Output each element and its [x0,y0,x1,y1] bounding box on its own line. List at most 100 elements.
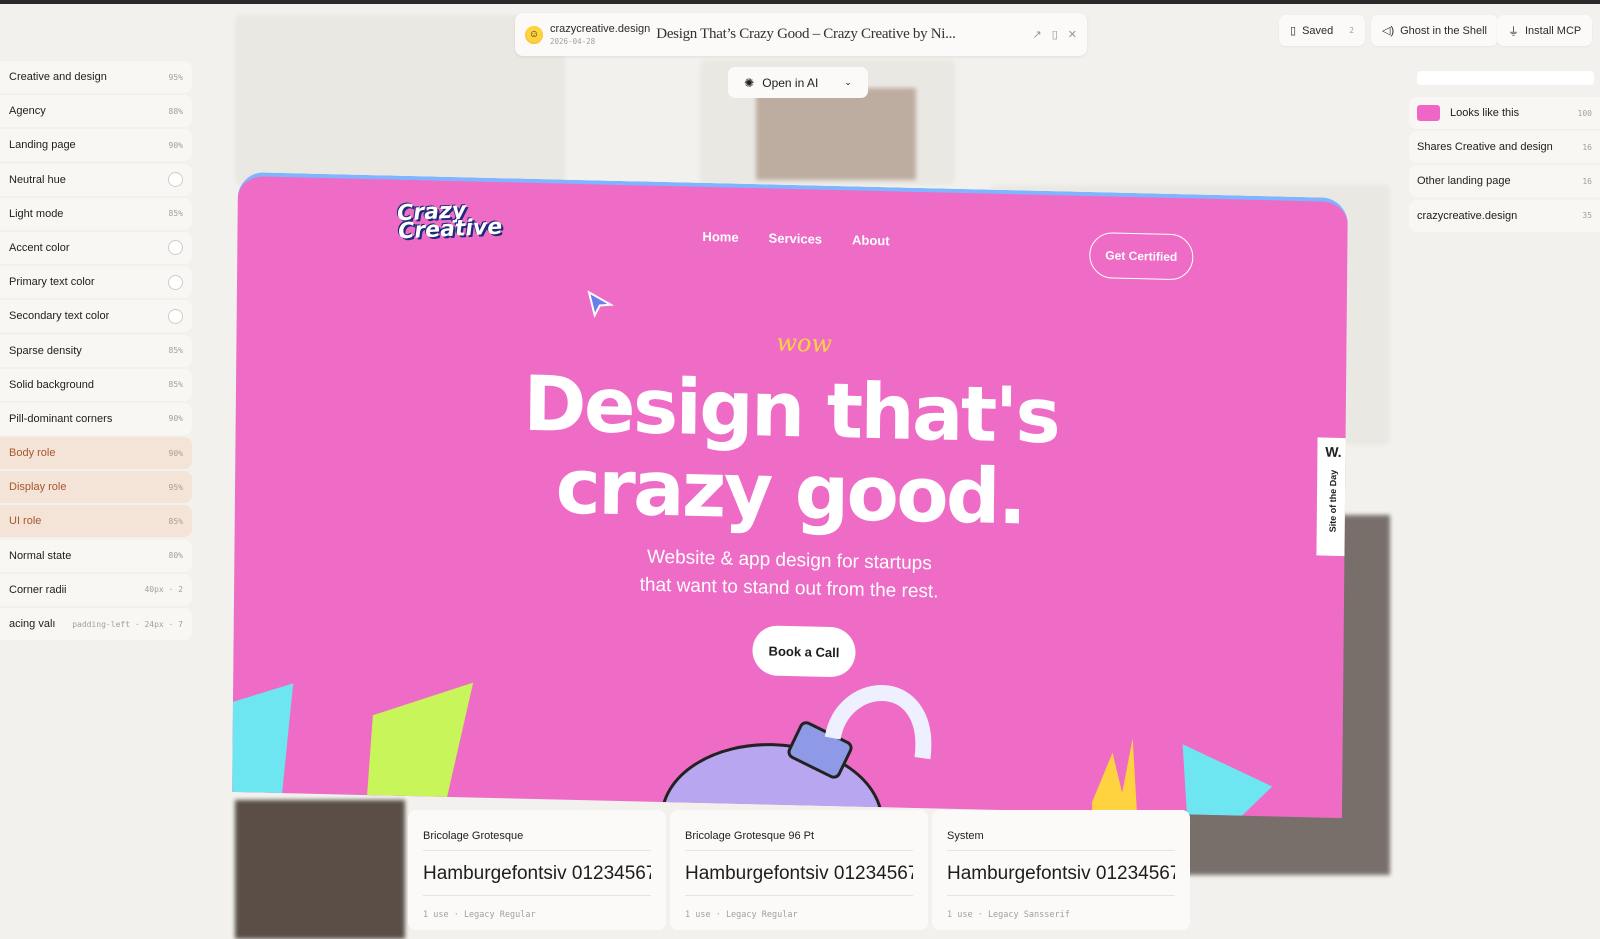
sidebar-item[interactable]: Solid background 85% [0,368,192,401]
related-item-label: crazycreative.design [1417,209,1518,222]
sidebar-item-label: Creative and design [9,71,107,83]
sidebar-item-label: Neutral hue [9,173,66,186]
sparkle-icon: ✺ [744,75,755,90]
font-meta: 1 use · Legacy Regular [423,910,536,920]
sidebar-item-label: acing valı [9,618,56,630]
sidebar-item-label: Normal state [9,549,72,562]
sidebar-item[interactable]: Primary text color [0,266,192,299]
sidebar-item[interactable]: Corner radii 40px · 2 [0,573,192,606]
sidebar-item[interactable]: Creative and design 95% [0,61,192,93]
wow-script-text: wow [776,328,833,358]
sidebar-item-score: 85% [168,380,183,390]
font-card[interactable]: System Hamburgefontsiv 0123456789 1 use … [932,810,1190,930]
sidebar-item-label: Agency [9,105,46,118]
site-title-card: ☺ crazycreative.design 2026-04-28 Design… [515,13,1087,56]
sidebar-item-score: 95% [168,482,183,492]
sidebar-item-label: UI role [9,515,42,528]
sidebar-item-label: Display role [9,481,67,494]
sidebar-item[interactable]: Accent color [0,231,192,264]
sidebar-item[interactable]: Normal state 80% [0,539,192,572]
site-of-the-day-badge[interactable]: W. Site of the Day [1316,437,1348,557]
capture-date: 2026-04-28 [550,37,596,46]
sidebar-item[interactable]: Neutral hue [0,163,192,196]
bookmark-icon: ▯ [1290,25,1297,37]
sidebar-item[interactable]: acing valı padding-left · 24px · 7 [0,608,192,640]
sidebar-item[interactable]: Secondary text color [0,300,192,333]
related-item-label: Looks like this [1450,107,1520,119]
sidebar-item-score: 90% [168,448,183,458]
font-sample: Hamburgefontsiv 0123456789 [423,863,651,896]
sidebar-item[interactable]: Sparse density 85% [0,334,192,367]
color-swatch [168,308,183,324]
sidebar-item-score: 88% [168,106,183,116]
decorative-shapes [232,682,1273,819]
sidebar-item-label: Primary text color [9,276,95,289]
book-a-call-button[interactable]: Book a Call [752,625,856,678]
tag-sidebar: Creative and design 95% Agency 88% Landing… [0,61,192,642]
ghost-in-the-shell-button[interactable]: ◁) Ghost in the Shell [1371,15,1498,46]
related-panel-header-bar [1417,71,1594,85]
ghost-label: Ghost in the Shell [1400,24,1487,37]
speaker-icon: ◁) [1382,25,1395,37]
related-item[interactable]: Shares Creative and design 16 [1409,131,1600,164]
saved-button[interactable]: ▯ Saved 2 [1279,15,1366,46]
sidebar-item-score: 85% [168,516,183,526]
sidebar-item[interactable]: Pill-dominant corners 90% [0,402,192,435]
open-in-ai-button[interactable]: ✺ Open in AI ⌄ [728,67,868,98]
thumbnail [1417,105,1440,121]
get-certified-button[interactable]: Get Certified [1089,232,1194,281]
saved-label: Saved [1302,24,1334,37]
related-panel: Looks like this 100 Shares Creative and … [1409,61,1600,234]
font-card[interactable]: Bricolage Grotesque Hamburgefontsiv 0123… [408,810,666,930]
sidebar-item-label: Landing page [9,139,76,152]
related-item[interactable]: crazycreative.design 35 [1409,199,1600,232]
background-photo [756,88,916,180]
crazy-creative-logo: Crazy Creative [396,198,503,245]
sidebar-item-score: 90% [168,140,183,150]
sidebar-item[interactable]: Light mode 85% [0,197,192,230]
sidebar-item[interactable]: Agency 88% [0,95,192,128]
color-swatch [168,172,183,188]
related-item-label: Shares Creative and design [1417,141,1553,154]
sidebar-item-label: Secondary text color [9,310,110,323]
sidebar-item-score: 90% [168,414,183,424]
window-top-border [0,0,1600,4]
sidebar-item-highlighted[interactable]: Display role 95% [0,471,192,504]
sidebar-item-score: 85% [168,346,183,355]
font-meta: 1 use · Legacy Sansserif [947,910,1070,920]
logo-line-2: Creative [397,214,503,245]
nav-services[interactable]: Services [769,230,823,246]
hero-section: Crazy Creative Home Services About Get C… [232,171,1348,819]
font-name: Bricolage Grotesque [423,830,651,851]
close-icon[interactable]: ✕ [1068,28,1077,41]
nav-about[interactable]: About [852,232,890,248]
saved-count: 2 [1349,26,1355,35]
related-item[interactable]: Looks like this 100 [1409,97,1600,129]
sidebar-item-label: Pill-dominant corners [9,412,113,425]
font-sample: Hamburgefontsiv 0123456789 [685,863,913,896]
related-item-label: Other landing page [1417,175,1511,188]
font-meta: 1 use · Legacy Regular [685,910,798,920]
sidebar-item-label: Corner radii [9,583,67,596]
font-name: System [947,830,1175,851]
sidebar-item-highlighted[interactable]: Body role 90% [0,437,192,470]
font-sample: Hamburgefontsiv 0123456789 [947,863,1175,896]
site-screenshot[interactable]: Crazy Creative Home Services About Get C… [232,171,1348,819]
bookmark-icon[interactable]: ▯ [1052,28,1058,41]
font-card[interactable]: Bricolage Grotesque 96 Pt Hamburgefontsi… [670,810,928,930]
plug-icon: ⏚ [1508,25,1519,38]
sidebar-item[interactable]: Landing page 90% [0,129,192,162]
sidebar-item-score: 80% [168,551,183,561]
site-domain[interactable]: crazycreative.design [550,23,650,35]
sidebar-item-highlighted[interactable]: UI role 85% [0,505,192,538]
external-link-icon[interactable]: ↗ [1033,28,1042,41]
install-mcp-button[interactable]: ⏚ Install MCP [1497,15,1593,46]
install-label: Install MCP [1525,24,1582,37]
font-name: Bricolage Grotesque 96 Pt [685,830,913,851]
sidebar-item-label: Light mode [9,207,64,220]
related-item[interactable]: Other landing page 16 [1409,165,1600,198]
sidebar-item-detail: padding-left · 24px · 7 [72,619,183,629]
sidebar-item-score: 95% [168,72,183,82]
sidebar-item-label: Body role [9,447,56,460]
nav-home[interactable]: Home [702,229,738,245]
